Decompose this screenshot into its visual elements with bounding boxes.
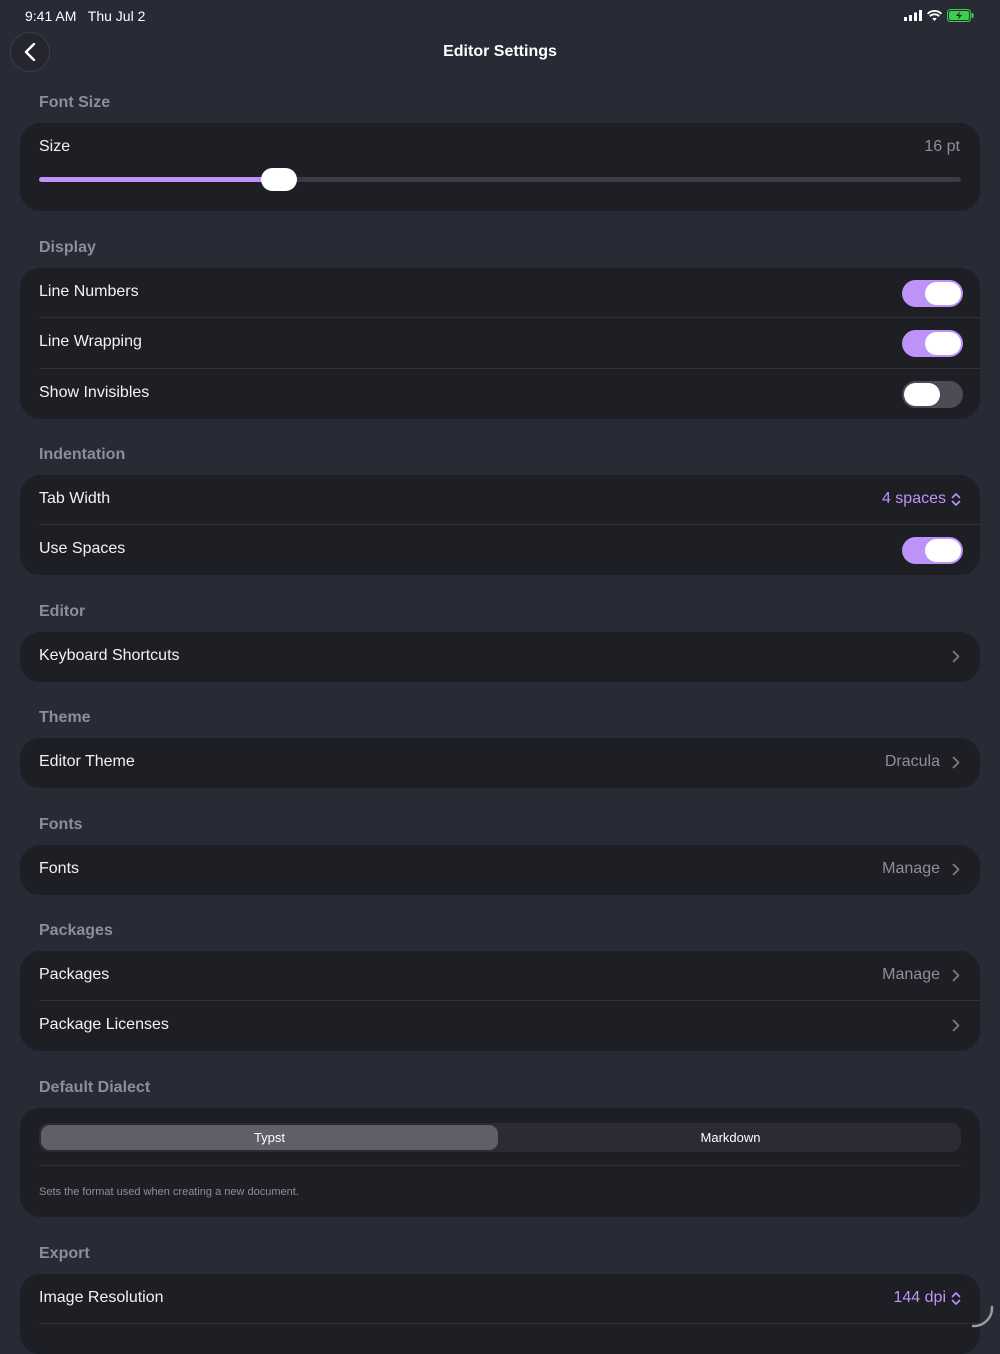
line-wrapping-row[interactable]: Line Wrapping — [20, 318, 980, 368]
segment-typst[interactable]: Typst — [41, 1125, 498, 1150]
fonts-card: Fonts Manage — [20, 845, 980, 895]
slider-fill — [39, 177, 279, 182]
image-resolution-label: Image Resolution — [39, 1289, 164, 1306]
section-header-indentation: Indentation — [39, 446, 126, 463]
editor-theme-label: Editor Theme — [39, 753, 135, 770]
section-header-display: Display — [39, 239, 96, 256]
export-card: Image Resolution 144 dpi — [20, 1274, 980, 1354]
slider-thumb[interactable] — [260, 168, 297, 191]
size-value: 16 pt — [924, 138, 960, 155]
line-wrapping-label: Line Wrapping — [39, 333, 142, 350]
show-invisibles-row[interactable]: Show Invisibles — [20, 369, 980, 419]
package-licenses-row[interactable]: Package Licenses — [20, 1001, 980, 1051]
status-date: Thu Jul 2 — [87, 8, 146, 24]
status-icons — [904, 9, 974, 22]
status-time: 9:41 AM Thu Jul 2 — [25, 8, 145, 24]
toggle-knob — [925, 282, 961, 305]
display-card: Line Numbers Line Wrapping Show Invisibl… — [20, 268, 980, 419]
section-header-font-size: Font Size — [39, 94, 111, 111]
editor-card: Keyboard Shortcuts — [20, 632, 980, 682]
indentation-card: Tab Width 4 spaces Use Spaces — [20, 475, 980, 575]
package-licenses-label: Package Licenses — [39, 1016, 169, 1033]
image-resolution-value[interactable]: 144 dpi — [894, 1289, 947, 1307]
line-numbers-label: Line Numbers — [39, 283, 139, 300]
fonts-value: Manage — [882, 860, 940, 877]
use-spaces-label: Use Spaces — [39, 540, 126, 557]
cellular-signal-icon — [904, 10, 922, 21]
size-row: Size 16 pt — [20, 123, 980, 173]
segment-markdown[interactable]: Markdown — [502, 1125, 959, 1150]
section-header-export: Export — [39, 1245, 90, 1262]
packages-value: Manage — [882, 966, 940, 983]
section-header-editor: Editor — [39, 603, 86, 620]
image-resolution-row[interactable]: Image Resolution 144 dpi — [20, 1274, 980, 1324]
dialect-segmented-control: Typst Markdown — [39, 1123, 961, 1152]
fonts-row[interactable]: Fonts Manage — [20, 845, 980, 895]
use-spaces-row[interactable]: Use Spaces — [20, 525, 980, 575]
chevron-up-down-icon — [951, 1292, 961, 1305]
chevron-right-icon — [952, 969, 960, 982]
font-size-slider[interactable] — [39, 168, 961, 191]
navigation-bar: Editor Settings — [0, 30, 1000, 76]
row-separator — [39, 1323, 980, 1324]
toggle-knob — [925, 539, 961, 562]
dialect-footnote: Sets the format used when creating a new… — [39, 1186, 299, 1198]
chevron-right-icon — [952, 650, 960, 663]
fonts-label: Fonts — [39, 860, 80, 877]
line-numbers-row[interactable]: Line Numbers — [20, 268, 980, 318]
editor-theme-row[interactable]: Editor Theme Dracula — [20, 738, 980, 788]
tab-width-value[interactable]: 4 spaces — [882, 490, 946, 508]
font-size-card: Size 16 pt — [20, 123, 980, 211]
section-header-default-dialect: Default Dialect — [39, 1079, 151, 1096]
use-spaces-toggle[interactable] — [902, 537, 963, 564]
size-label: Size — [39, 138, 71, 155]
default-dialect-card: Typst Markdown Sets the format used when… — [20, 1108, 980, 1217]
wifi-icon — [927, 10, 942, 21]
status-bar: 9:41 AM Thu Jul 2 — [0, 0, 1000, 30]
packages-row[interactable]: Packages Manage — [20, 951, 980, 1001]
row-separator — [39, 1165, 961, 1166]
battery-icon — [947, 9, 974, 22]
keyboard-shortcuts-row[interactable]: Keyboard Shortcuts — [20, 632, 980, 682]
section-header-fonts: Fonts — [39, 816, 83, 833]
packages-label: Packages — [39, 966, 110, 983]
chevron-right-icon — [952, 1019, 960, 1032]
line-numbers-toggle[interactable] — [902, 280, 963, 307]
section-header-theme: Theme — [39, 709, 91, 726]
chevron-up-down-icon — [951, 493, 961, 506]
editor-theme-value: Dracula — [884, 753, 940, 770]
chevron-right-icon — [952, 863, 960, 876]
resize-grabber-icon[interactable] — [970, 1304, 996, 1330]
show-invisibles-label: Show Invisibles — [39, 384, 150, 401]
show-invisibles-toggle[interactable] — [902, 381, 963, 408]
status-clock: 9:41 AM — [25, 8, 77, 24]
section-header-packages: Packages — [39, 922, 113, 939]
chevron-right-icon — [952, 756, 960, 769]
toggle-knob — [925, 332, 961, 355]
theme-card: Editor Theme Dracula — [20, 738, 980, 788]
packages-card: Packages Manage Package Licenses — [20, 951, 980, 1051]
page-title: Editor Settings — [443, 43, 557, 60]
toggle-knob — [904, 383, 940, 406]
keyboard-shortcuts-label: Keyboard Shortcuts — [39, 647, 180, 664]
tab-width-row[interactable]: Tab Width 4 spaces — [20, 475, 980, 525]
tab-width-label: Tab Width — [39, 490, 111, 507]
line-wrapping-toggle[interactable] — [902, 330, 963, 357]
